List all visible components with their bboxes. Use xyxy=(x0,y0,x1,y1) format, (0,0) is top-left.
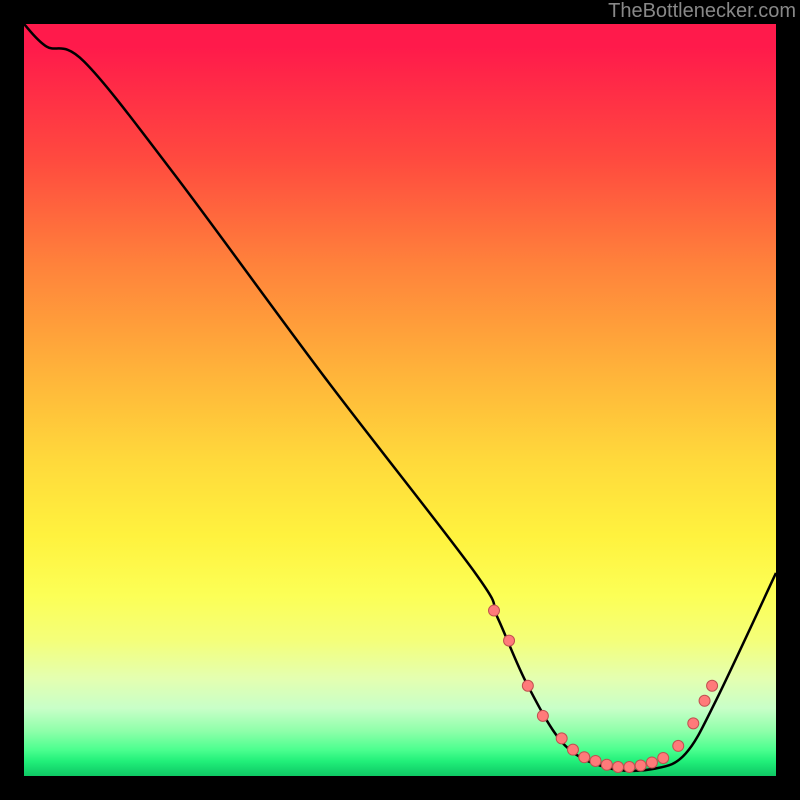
data-point xyxy=(489,605,500,616)
data-point xyxy=(567,744,578,755)
data-point xyxy=(673,740,684,751)
data-point xyxy=(658,752,669,763)
data-point xyxy=(504,635,515,646)
attribution-label: TheBottlenecker.com xyxy=(608,0,796,23)
data-point xyxy=(624,761,635,772)
bottleneck-curve xyxy=(24,24,776,771)
data-point xyxy=(635,760,646,771)
data-point xyxy=(579,752,590,763)
data-point xyxy=(688,718,699,729)
curve-layer xyxy=(24,24,776,771)
marker-layer xyxy=(489,605,718,772)
data-point xyxy=(522,680,533,691)
data-point xyxy=(590,755,601,766)
data-point xyxy=(646,757,657,768)
chart-svg xyxy=(24,24,776,776)
chart-frame xyxy=(24,24,776,776)
data-point xyxy=(601,759,612,770)
data-point xyxy=(556,733,567,744)
data-point xyxy=(613,761,624,772)
data-point xyxy=(707,680,718,691)
plot-area xyxy=(24,24,776,776)
data-point xyxy=(537,710,548,721)
data-point xyxy=(699,695,710,706)
